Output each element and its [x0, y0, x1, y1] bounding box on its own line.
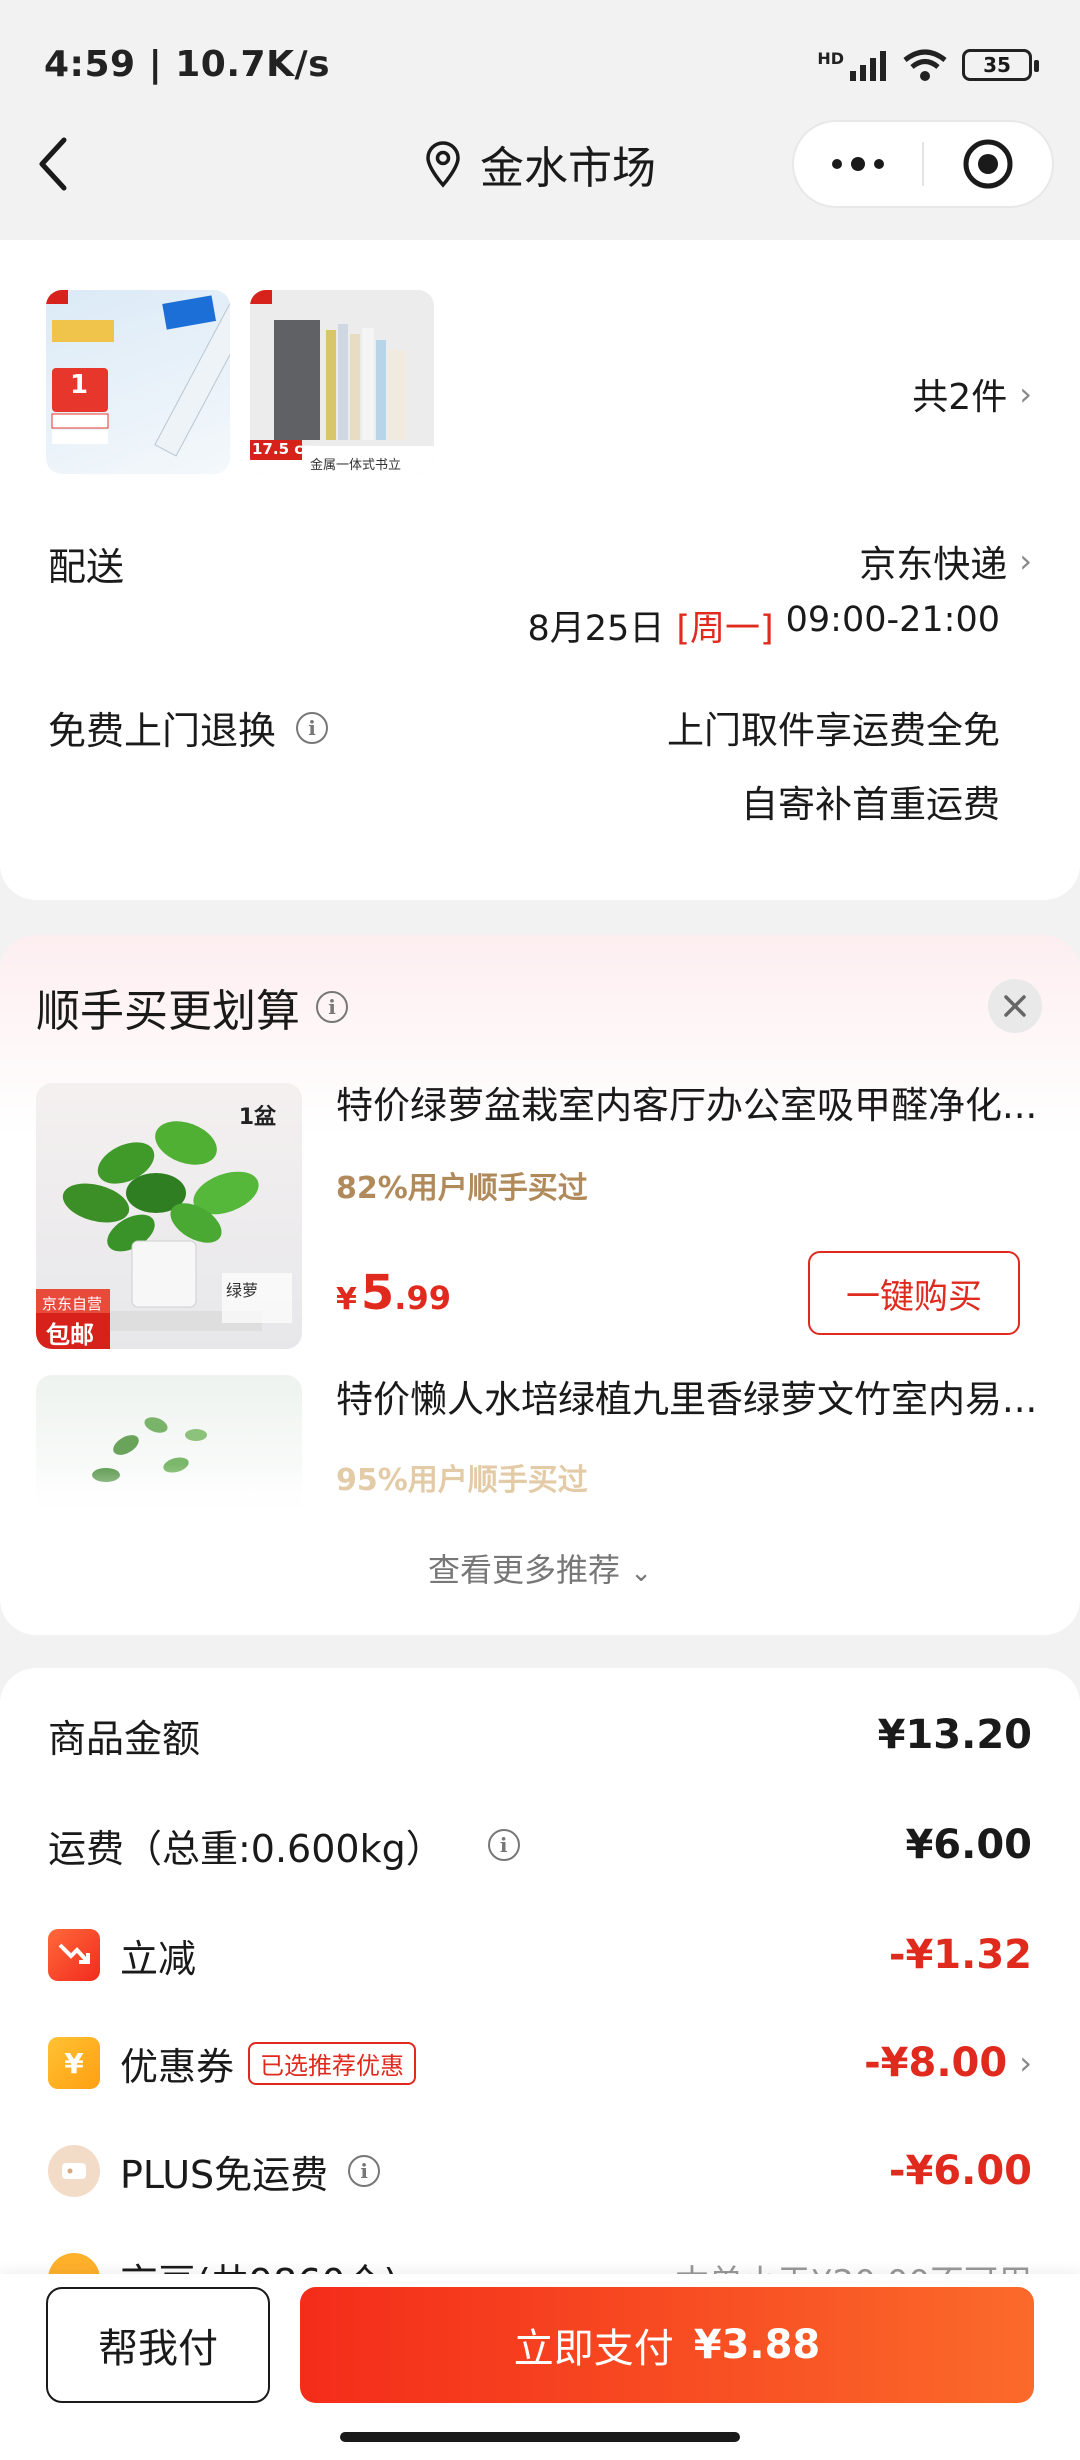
jd-self-badge: 京东自营 [42, 1295, 103, 1313]
jasmine-plant-image [36, 1417, 302, 1525]
pay-amount: ¥3.88 [693, 2322, 821, 2368]
goods-amount-label: 商品金额 [48, 1716, 201, 1761]
wifi-icon [903, 49, 947, 81]
help-me-pay-button[interactable]: 帮我付 [46, 2287, 270, 2403]
pay-now-button[interactable]: 立即支付 ¥3.88 [300, 2287, 1034, 2403]
courier-link[interactable]: 京东快递 › [859, 534, 1032, 588]
discount-row: 立减 -¥1.32 [48, 1920, 1032, 1990]
info-icon[interactable]: i [487, 1829, 520, 1861]
courier-name: 京东快递 [859, 543, 1008, 586]
chevron-right-icon: › [1019, 375, 1032, 413]
home-indicator[interactable] [340, 2432, 740, 2442]
discount-arrow-icon [48, 1929, 100, 1981]
product-image-pothos[interactable]: 1盆 绿萝 京东自营 包邮 [36, 1083, 302, 1349]
plus-label: PLUS免运费 [120, 2152, 329, 2197]
target-close-icon [963, 139, 1013, 189]
more-menu-button[interactable] [794, 122, 922, 206]
pothos-plant-label: 绿萝 [226, 1281, 259, 1300]
free-shipping-badge: 包邮 [46, 1321, 94, 1349]
status-time: 4:59 | 10.7K/s [44, 44, 331, 85]
plus-row: PLUS免运费 i -¥6.00 [48, 2136, 1032, 2206]
delivery-label: 配送 [48, 545, 125, 589]
battery-level: 35 [983, 53, 1011, 77]
shipping-row: 运费（总重:0.600kg） i ¥6.00 [48, 1810, 1032, 1880]
goods-amount-value: ¥13.20 [877, 1712, 1032, 1758]
bookend-size-badge: 17.5 cm [252, 440, 319, 458]
battery-icon: 35 [962, 49, 1039, 81]
more-dots-icon [832, 157, 884, 171]
bought-percentage: 95%用户顺手买过 [336, 1463, 588, 1498]
coupon-row[interactable]: ¥ 优惠券 已选推荐优惠 -¥8.00 › [48, 2028, 1032, 2098]
delivery-window: 09:00-21:00 [785, 600, 1000, 640]
return-line-1: 上门取件享运费全免 [667, 709, 1000, 752]
shipping-label: 运费（总重:0.600kg） [48, 1826, 444, 1871]
status-icons: HD 35 [817, 48, 1039, 82]
bought-percentage: 82%用户顺手买过 [336, 1171, 588, 1206]
coupon-value: -¥8.00 [864, 2040, 1008, 2086]
bookend-caption: 金属一体式书立 [310, 458, 402, 473]
free-return-row: 免费上门退换 i [48, 700, 329, 755]
see-more-recommend-link[interactable]: 查看更多推荐 ⌄ [0, 1545, 1080, 1591]
delivery-time[interactable]: 8月25日 [周一] 09:00-21:00 [528, 600, 1000, 651]
return-line-2: 自寄补首重运费 [741, 783, 1000, 826]
price-currency: ¥ [336, 1282, 357, 1317]
product-name[interactable]: 特价绿萝盆栽室内客厅办公室吸甲醛净化... [336, 1075, 1044, 1129]
free-return-label: 免费上门退换 [48, 709, 277, 753]
item-count-link[interactable]: 共2件 › [912, 368, 1032, 420]
close-recommend-button[interactable] [988, 979, 1042, 1033]
delivery-weekday: [周一] [676, 609, 774, 649]
signal-icon [850, 51, 886, 81]
recommend-card: 顺手买更划算 i 1盆 绿萝 京东自营 包邮 特价绿萝盆栽室内客厅办公室吸甲醛净… [0, 935, 1080, 1635]
shipping-value: ¥6.00 [905, 1822, 1032, 1868]
product-name: 特价懒人水培绿植九里香绿萝文竹室内易... [336, 1378, 1038, 1421]
discount-value: -¥1.32 [888, 1932, 1032, 1978]
hd-label: HD [817, 48, 844, 68]
ruler-badge-number: 1 [70, 370, 89, 400]
pay-label: 立即支付 [513, 2326, 674, 2372]
coupon-label: 优惠券 [120, 2044, 235, 2089]
price-decimal: .99 [394, 1279, 451, 1317]
recommend-title-row: 顺手买更划算 i [36, 975, 348, 1039]
price-integer: 5 [360, 1265, 395, 1321]
delivery-date: 8月25日 [527, 609, 665, 649]
close-miniprogram-button[interactable] [924, 122, 1052, 206]
location-text: 金水市场 [480, 143, 656, 194]
plus-value: -¥6.00 [888, 2148, 1032, 2194]
close-icon [1004, 995, 1026, 1017]
info-icon[interactable]: i [348, 2155, 381, 2187]
chevron-down-icon: ⌄ [630, 1558, 652, 1588]
product-price: ¥ 5 .99 [336, 1265, 451, 1321]
chevron-right-icon: › [1019, 2044, 1032, 2082]
recommend-title: 顺手买更划算 [36, 986, 300, 1037]
info-icon[interactable]: i [296, 711, 329, 744]
product-image-jasmine [36, 1375, 302, 1525]
product-item-faded[interactable]: 特价懒人水培绿植九里香绿萝文竹室内易... 95%用户顺手买过 [0, 1375, 1080, 1525]
pothos-corner-label: 1盆 [238, 1105, 276, 1130]
mini-program-capsule [792, 120, 1054, 208]
item-count: 共2件 [912, 377, 1008, 418]
plus-badge-icon [48, 2145, 100, 2197]
discount-label: 立减 [120, 1936, 197, 1981]
location-pin-icon [426, 141, 460, 188]
chevron-right-icon: › [1019, 542, 1032, 580]
product-thumb-bookend[interactable]: 17.5 cm 金属一体式书立 [250, 290, 434, 474]
see-more-text: 查看更多推荐 [428, 1551, 621, 1589]
one-click-buy-button[interactable]: 一键购买 [808, 1251, 1020, 1335]
product-thumb-ruler[interactable]: 1 [46, 290, 230, 474]
coupon-tag: 已选推荐优惠 [248, 2041, 417, 2085]
goods-amount-row: 商品金额 ¥13.20 [48, 1700, 1032, 1770]
coupon-icon: ¥ [48, 2037, 100, 2089]
info-icon[interactable]: i [316, 991, 348, 1023]
